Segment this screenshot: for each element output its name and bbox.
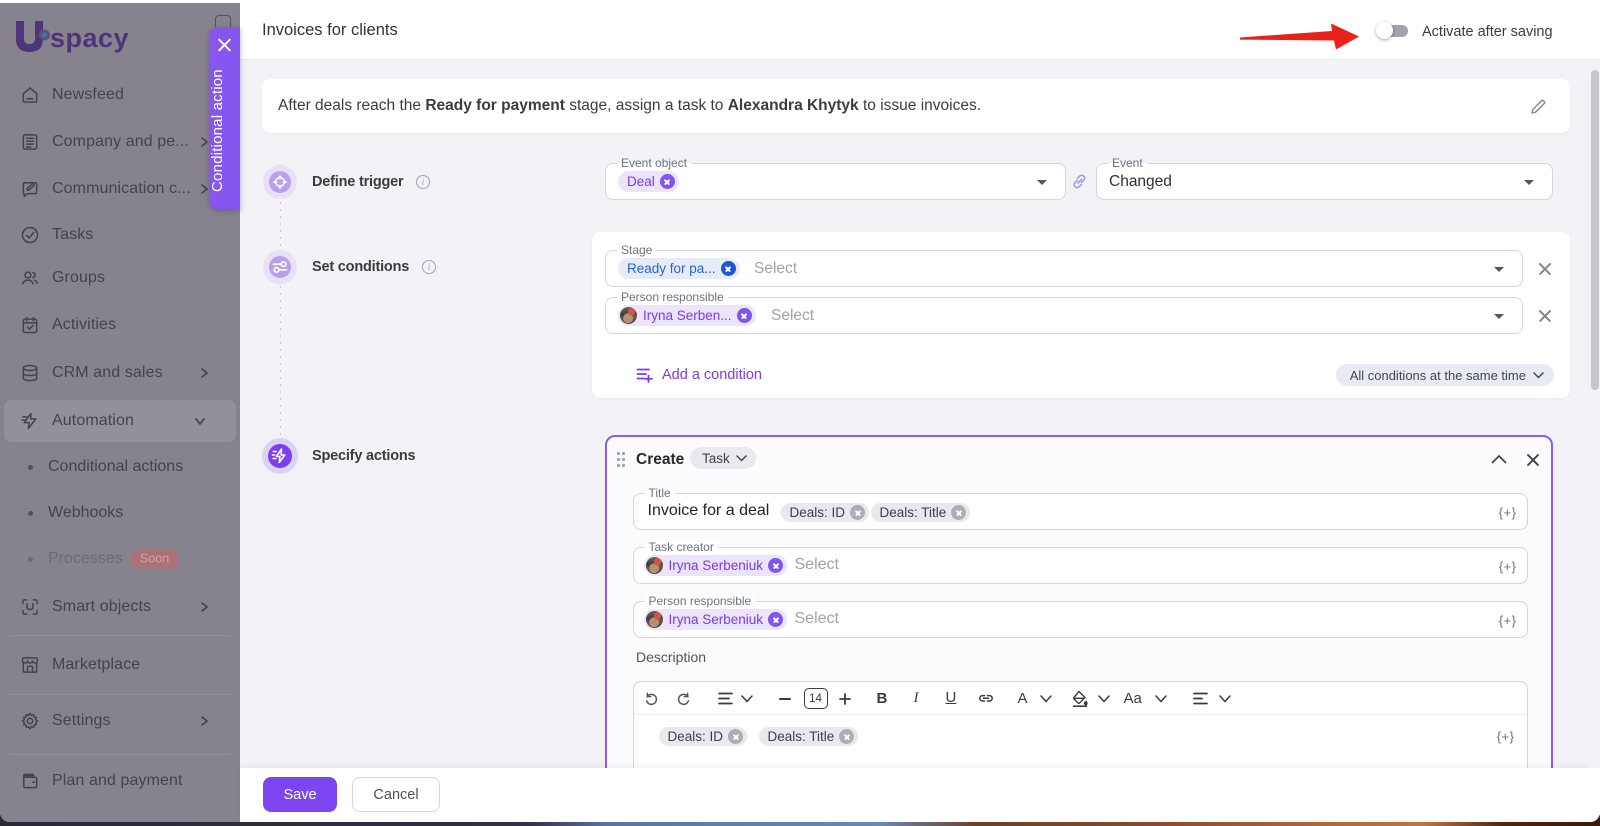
svg-text:spacy: spacy — [50, 23, 129, 53]
